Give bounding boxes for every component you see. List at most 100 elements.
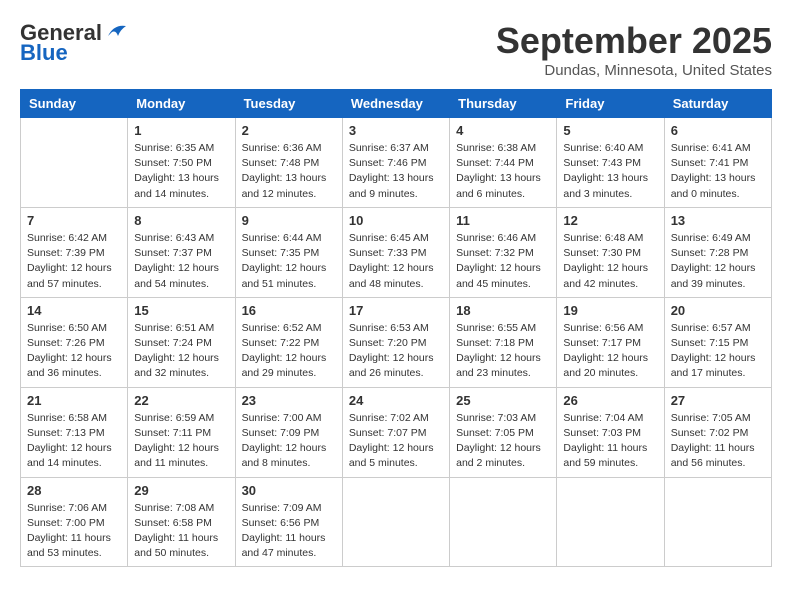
- day-info: Sunrise: 6:59 AM Sunset: 7:11 PM Dayligh…: [134, 411, 228, 472]
- weekday-header-thursday: Thursday: [450, 90, 557, 118]
- day-number: 28: [27, 483, 121, 498]
- day-info: Sunrise: 6:46 AM Sunset: 7:32 PM Dayligh…: [456, 231, 550, 292]
- day-number: 4: [456, 123, 550, 138]
- calendar-week-row: 1Sunrise: 6:35 AM Sunset: 7:50 PM Daylig…: [21, 118, 772, 208]
- day-number: 1: [134, 123, 228, 138]
- day-number: 17: [349, 303, 443, 318]
- day-info: Sunrise: 6:49 AM Sunset: 7:28 PM Dayligh…: [671, 231, 765, 292]
- day-number: 12: [563, 213, 657, 228]
- day-number: 15: [134, 303, 228, 318]
- calendar-cell: 4 Sunrise: 6:38 AM Sunset: 7:44 PM Daylig…: [450, 118, 557, 208]
- calendar-cell: 13 Sunrise: 6:49 AM Sunset: 7:28 PM Dayli…: [664, 207, 771, 297]
- day-number: 3: [349, 123, 443, 138]
- day-number: 19: [563, 303, 657, 318]
- day-info: Sunrise: 6:56 AM Sunset: 7:17 PM Dayligh…: [563, 321, 657, 382]
- logo: General Blue: [20, 20, 128, 66]
- calendar-cell: 25 Sunrise: 7:03 AM Sunset: 7:05 PM Dayli…: [450, 387, 557, 477]
- day-info: Sunrise: 6:52 AM Sunset: 7:22 PM Dayligh…: [242, 321, 336, 382]
- calendar-table: SundayMondayTuesdayWednesdayThursdayFrid…: [20, 89, 772, 567]
- month-title: September 2025: [496, 20, 772, 62]
- logo-bird-icon: [106, 22, 128, 40]
- day-number: 6: [671, 123, 765, 138]
- calendar-cell: 24 Sunrise: 7:02 AM Sunset: 7:07 PM Dayli…: [342, 387, 449, 477]
- calendar-cell: [21, 118, 128, 208]
- day-number: 2: [242, 123, 336, 138]
- day-number: 25: [456, 393, 550, 408]
- day-number: 13: [671, 213, 765, 228]
- calendar-cell: 7Sunrise: 6:42 AM Sunset: 7:39 PM Daylig…: [21, 207, 128, 297]
- calendar-week-row: 14 Sunrise: 6:50 AM Sunset: 7:26 PM Dayli…: [21, 297, 772, 387]
- day-number: 10: [349, 213, 443, 228]
- day-number: 26: [563, 393, 657, 408]
- day-number: 22: [134, 393, 228, 408]
- day-number: 30: [242, 483, 336, 498]
- weekday-header-friday: Friday: [557, 90, 664, 118]
- day-info: Sunrise: 6:53 AM Sunset: 7:20 PM Dayligh…: [349, 321, 443, 382]
- weekday-header-saturday: Saturday: [664, 90, 771, 118]
- calendar-week-row: 21 Sunrise: 6:58 AM Sunset: 7:13 PM Dayli…: [21, 387, 772, 477]
- calendar-cell: 6 Sunrise: 6:41 AM Sunset: 7:41 PM Daylig…: [664, 118, 771, 208]
- weekday-header-wednesday: Wednesday: [342, 90, 449, 118]
- calendar-cell: 15 Sunrise: 6:51 AM Sunset: 7:24 PM Dayli…: [128, 297, 235, 387]
- calendar-cell: [450, 477, 557, 567]
- calendar-cell: 26 Sunrise: 7:04 AM Sunset: 7:03 PM Dayli…: [557, 387, 664, 477]
- day-number: 5: [563, 123, 657, 138]
- calendar-cell: 27 Sunrise: 7:05 AM Sunset: 7:02 PM Dayli…: [664, 387, 771, 477]
- calendar-week-row: 28 Sunrise: 7:06 AM Sunset: 7:00 PM Dayli…: [21, 477, 772, 567]
- day-info: Sunrise: 6:58 AM Sunset: 7:13 PM Dayligh…: [27, 411, 121, 472]
- day-number: 23: [242, 393, 336, 408]
- calendar-cell: 5Sunrise: 6:40 AM Sunset: 7:43 PM Daylig…: [557, 118, 664, 208]
- weekday-header-tuesday: Tuesday: [235, 90, 342, 118]
- calendar-cell: 21 Sunrise: 6:58 AM Sunset: 7:13 PM Dayli…: [21, 387, 128, 477]
- day-info: Sunrise: 6:45 AM Sunset: 7:33 PM Dayligh…: [349, 231, 443, 292]
- calendar-cell: 30 Sunrise: 7:09 AM Sunset: 6:56 PM Dayli…: [235, 477, 342, 567]
- calendar-cell: 23 Sunrise: 7:00 AM Sunset: 7:09 PM Dayli…: [235, 387, 342, 477]
- day-info: Sunrise: 7:09 AM Sunset: 6:56 PM Dayligh…: [242, 501, 336, 562]
- day-info: Sunrise: 7:08 AM Sunset: 6:58 PM Dayligh…: [134, 501, 228, 562]
- day-info: Sunrise: 6:48 AM Sunset: 7:30 PM Dayligh…: [563, 231, 657, 292]
- calendar-cell: 8Sunrise: 6:43 AM Sunset: 7:37 PM Daylig…: [128, 207, 235, 297]
- day-info: Sunrise: 7:06 AM Sunset: 7:00 PM Dayligh…: [27, 501, 121, 562]
- location-subtitle: Dundas, Minnesota, United States: [496, 62, 772, 79]
- day-info: Sunrise: 6:38 AM Sunset: 7:44 PM Dayligh…: [456, 141, 550, 202]
- calendar-cell: 14 Sunrise: 6:50 AM Sunset: 7:26 PM Dayli…: [21, 297, 128, 387]
- day-number: 18: [456, 303, 550, 318]
- day-number: 24: [349, 393, 443, 408]
- day-number: 14: [27, 303, 121, 318]
- calendar-cell: 18 Sunrise: 6:55 AM Sunset: 7:18 PM Dayli…: [450, 297, 557, 387]
- calendar-week-row: 7Sunrise: 6:42 AM Sunset: 7:39 PM Daylig…: [21, 207, 772, 297]
- day-info: Sunrise: 7:02 AM Sunset: 7:07 PM Dayligh…: [349, 411, 443, 472]
- calendar-cell: 9Sunrise: 6:44 AM Sunset: 7:35 PM Daylig…: [235, 207, 342, 297]
- day-info: Sunrise: 6:37 AM Sunset: 7:46 PM Dayligh…: [349, 141, 443, 202]
- day-number: 16: [242, 303, 336, 318]
- day-number: 27: [671, 393, 765, 408]
- calendar-cell: [342, 477, 449, 567]
- day-info: Sunrise: 7:04 AM Sunset: 7:03 PM Dayligh…: [563, 411, 657, 472]
- calendar-cell: 11 Sunrise: 6:46 AM Sunset: 7:32 PM Dayli…: [450, 207, 557, 297]
- day-info: Sunrise: 6:55 AM Sunset: 7:18 PM Dayligh…: [456, 321, 550, 382]
- calendar-cell: 17 Sunrise: 6:53 AM Sunset: 7:20 PM Dayli…: [342, 297, 449, 387]
- page-header: General Blue September 2025 Dundas, Minn…: [20, 20, 772, 79]
- calendar-cell: 29Sunrise: 7:08 AM Sunset: 6:58 PM Dayli…: [128, 477, 235, 567]
- calendar-cell: 12 Sunrise: 6:48 AM Sunset: 7:30 PM Dayli…: [557, 207, 664, 297]
- day-number: 20: [671, 303, 765, 318]
- calendar-cell: [557, 477, 664, 567]
- day-info: Sunrise: 6:51 AM Sunset: 7:24 PM Dayligh…: [134, 321, 228, 382]
- day-info: Sunrise: 7:05 AM Sunset: 7:02 PM Dayligh…: [671, 411, 765, 472]
- weekday-header-sunday: Sunday: [21, 90, 128, 118]
- day-info: Sunrise: 6:36 AM Sunset: 7:48 PM Dayligh…: [242, 141, 336, 202]
- calendar-cell: 16 Sunrise: 6:52 AM Sunset: 7:22 PM Dayli…: [235, 297, 342, 387]
- day-info: Sunrise: 7:00 AM Sunset: 7:09 PM Dayligh…: [242, 411, 336, 472]
- calendar-header-row: SundayMondayTuesdayWednesdayThursdayFrid…: [21, 90, 772, 118]
- calendar-cell: 10 Sunrise: 6:45 AM Sunset: 7:33 PM Dayli…: [342, 207, 449, 297]
- calendar-cell: 2 Sunrise: 6:36 AM Sunset: 7:48 PM Daylig…: [235, 118, 342, 208]
- weekday-header-monday: Monday: [128, 90, 235, 118]
- day-info: Sunrise: 6:43 AM Sunset: 7:37 PM Dayligh…: [134, 231, 228, 292]
- day-info: Sunrise: 7:03 AM Sunset: 7:05 PM Dayligh…: [456, 411, 550, 472]
- day-info: Sunrise: 6:50 AM Sunset: 7:26 PM Dayligh…: [27, 321, 121, 382]
- day-number: 11: [456, 213, 550, 228]
- day-info: Sunrise: 6:41 AM Sunset: 7:41 PM Dayligh…: [671, 141, 765, 202]
- day-number: 21: [27, 393, 121, 408]
- day-info: Sunrise: 6:57 AM Sunset: 7:15 PM Dayligh…: [671, 321, 765, 382]
- calendar-cell: 19 Sunrise: 6:56 AM Sunset: 7:17 PM Dayli…: [557, 297, 664, 387]
